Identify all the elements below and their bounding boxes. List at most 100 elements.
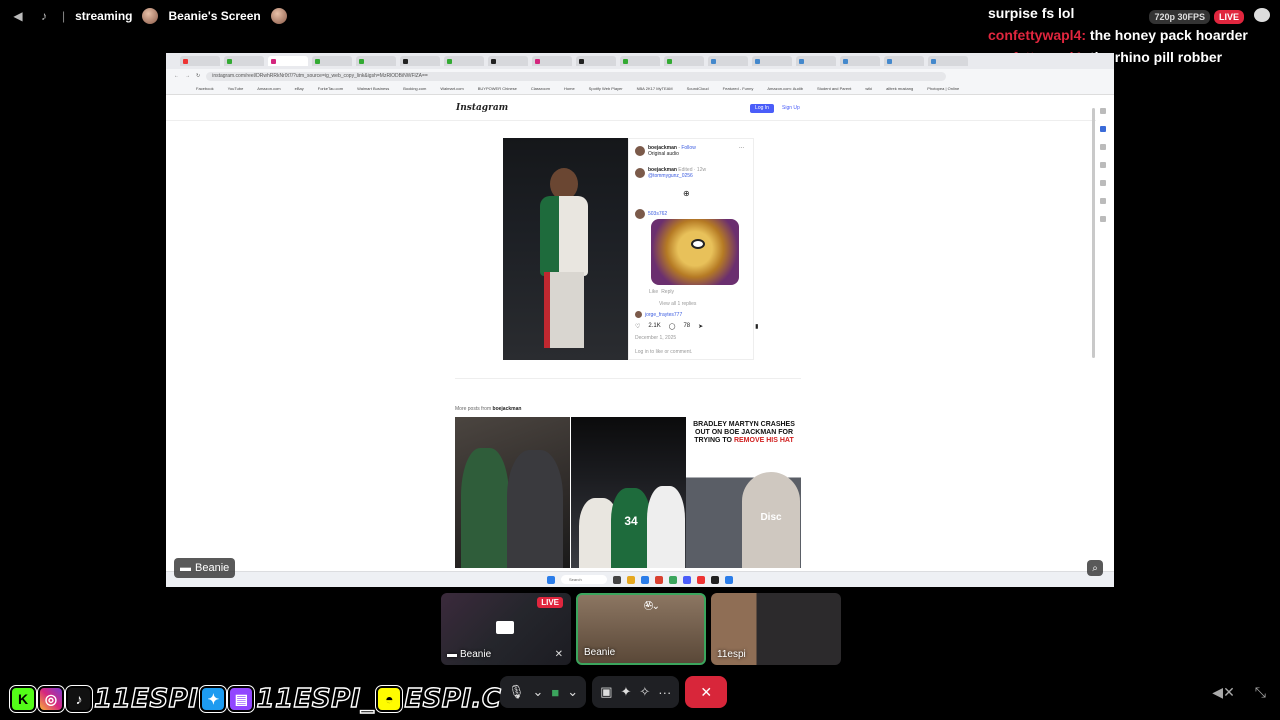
commenter-name[interactable]: jorge_fraytes777 xyxy=(645,312,682,318)
login-prompt[interactable]: Log in to like or comment. xyxy=(635,349,692,355)
bookmark[interactable]: Amazon.com: Audib xyxy=(767,86,803,91)
page-scrollbar[interactable] xyxy=(1092,108,1095,358)
browser-tab[interactable] xyxy=(796,56,836,66)
bookmark[interactable]: Student and Parent xyxy=(817,86,851,91)
author-avatar[interactable] xyxy=(635,168,645,178)
share-icon[interactable]: ➤ xyxy=(698,323,703,330)
browser-tab[interactable] xyxy=(708,56,748,66)
taskbar-search[interactable]: Search xyxy=(561,575,607,584)
browser-tab[interactable] xyxy=(884,56,924,66)
browser-tab[interactable] xyxy=(312,56,352,66)
bookmark[interactable]: Photopea | Online xyxy=(927,86,959,91)
sidebar-tool-icon[interactable] xyxy=(1100,108,1106,114)
volume-muted-icon[interactable]: ◀✕ xyxy=(1212,684,1235,701)
start-icon[interactable] xyxy=(547,575,555,584)
taskbar-app-icon[interactable] xyxy=(641,575,649,584)
microphone-icon[interactable]: 🎙 xyxy=(508,684,525,700)
chevron-down-icon[interactable]: ⌄ xyxy=(533,684,544,700)
more-options-icon[interactable]: ··· xyxy=(658,685,671,700)
forward-icon[interactable]: → xyxy=(185,73,190,79)
more-post-thumbnail[interactable] xyxy=(455,417,570,568)
more-options-icon[interactable]: ··· xyxy=(739,145,744,151)
taskbar-app-icon[interactable] xyxy=(683,575,691,584)
view-replies-link[interactable]: View all 1 replies xyxy=(659,301,696,307)
bookmark[interactable]: Amazon.com xyxy=(257,86,280,91)
chat-username[interactable]: confettywapl4: xyxy=(988,27,1086,43)
follow-link[interactable]: Follow xyxy=(681,145,695,151)
participant-tile-active[interactable]: ⌄ ∨ ⚇ Beanie xyxy=(576,593,706,665)
activities-icon[interactable]: ✦ xyxy=(620,684,631,700)
zoom-icon[interactable]: ⌕ xyxy=(1087,560,1103,576)
bookmark[interactable]: SoundCloud xyxy=(687,86,709,91)
reload-icon[interactable]: ↻ xyxy=(196,73,200,79)
signup-link[interactable]: Sign Up xyxy=(782,105,800,111)
load-more-icon[interactable]: ⊕ xyxy=(683,189,690,198)
taskbar-app-icon[interactable] xyxy=(613,575,621,584)
browser-tab[interactable] xyxy=(180,56,220,66)
audio-label[interactable]: Original audio xyxy=(648,151,679,157)
commenter-avatar[interactable] xyxy=(635,209,645,219)
browser-tab[interactable] xyxy=(224,56,264,66)
taskbar-app-icon[interactable] xyxy=(697,575,705,584)
share-screen-icon[interactable]: ▣ xyxy=(600,684,612,700)
bell-icon[interactable]: ♪ xyxy=(36,8,52,24)
user-add-icon[interactable]: ⚇ xyxy=(643,599,654,613)
browser-tab[interactable] xyxy=(444,56,484,66)
shared-screen[interactable]: ← → ↻ instagram.com/reel/DRwhRRkNr0t7/?u… xyxy=(166,53,1114,587)
taskbar-app-icon[interactable] xyxy=(669,575,677,584)
comment-icon[interactable]: ◯ xyxy=(669,323,676,330)
login-button[interactable]: Log In xyxy=(750,104,774,113)
more-post-thumbnail[interactable]: BRADLEY MARTYN CRASHES OUT ON BOE JACKMA… xyxy=(686,417,801,568)
browser-tab[interactable] xyxy=(356,56,396,66)
bookmark[interactable]: Featured - Funny xyxy=(723,86,754,91)
like-icon[interactable]: ♡ xyxy=(635,323,640,330)
reel-video[interactable] xyxy=(503,138,628,360)
soundboard-icon[interactable]: ✧ xyxy=(639,684,650,700)
browser-tab[interactable] xyxy=(400,56,440,66)
chevron-down-icon[interactable]: ⌄ xyxy=(567,684,578,700)
taskbar-app-icon[interactable] xyxy=(711,575,719,584)
bookmark[interactable]: Home xyxy=(564,86,575,91)
reply-link[interactable]: Reply xyxy=(661,289,674,295)
author-avatar[interactable] xyxy=(635,146,645,156)
browser-tab[interactable] xyxy=(576,56,616,66)
exit-fullscreen-icon[interactable]: ⤡ xyxy=(1255,684,1266,701)
bookmark[interactable]: Walmart Business xyxy=(357,86,389,91)
bookmark[interactable]: Walmart.com xyxy=(440,86,463,91)
browser-tab-active[interactable] xyxy=(268,56,308,66)
like-comment-link[interactable]: Like xyxy=(649,289,658,295)
instagram-logo[interactable]: Instagram xyxy=(456,103,508,113)
browser-tab[interactable] xyxy=(840,56,880,66)
browser-tab[interactable] xyxy=(928,56,968,66)
taskbar-app-icon[interactable] xyxy=(725,575,733,584)
commenter-avatar[interactable] xyxy=(635,311,642,318)
bookmark[interactable]: wiki xyxy=(865,86,872,91)
browser-tab[interactable] xyxy=(752,56,792,66)
bookmark[interactable]: ForkeTau.com xyxy=(318,86,343,91)
sidebar-tool-icon[interactable] xyxy=(1100,216,1106,222)
bookmark[interactable]: Booking.com xyxy=(403,86,426,91)
camera-icon[interactable]: ■ xyxy=(551,685,559,700)
back-icon[interactable]: ← xyxy=(174,73,179,79)
browser-tab[interactable] xyxy=(620,56,660,66)
browser-tab[interactable] xyxy=(664,56,704,66)
bookmark[interactable]: BUYPOWER Chinese xyxy=(478,86,517,91)
bookmark[interactable]: alltrek mustang xyxy=(886,86,913,91)
bookmark[interactable]: YouTube xyxy=(228,86,244,91)
sidebar-tool-icon[interactable] xyxy=(1100,126,1106,132)
bookmark[interactable]: Classroom xyxy=(531,86,550,91)
save-icon[interactable]: ▮ xyxy=(755,323,758,330)
browser-tab[interactable] xyxy=(532,56,572,66)
speaker-muted-icon[interactable]: ◀ xyxy=(10,8,26,24)
taskbar-app-icon[interactable] xyxy=(655,575,663,584)
sidebar-tool-icon[interactable] xyxy=(1100,144,1106,150)
browser-tab[interactable] xyxy=(488,56,528,66)
bookmark[interactable]: NBA 2K17 MyTEAM xyxy=(637,86,673,91)
sidebar-tool-icon[interactable] xyxy=(1100,198,1106,204)
commenter-name[interactable]: 503s762 xyxy=(648,211,667,217)
taskbar-app-icon[interactable] xyxy=(627,575,635,584)
participant-tile[interactable]: 11espi xyxy=(711,593,841,665)
leave-call-button[interactable]: ✕ xyxy=(685,676,728,708)
participant-tile[interactable]: LIVE ▬ Beanie ✕ xyxy=(441,593,571,665)
caption-mention[interactable]: @tommygunz_0256 xyxy=(648,173,693,179)
